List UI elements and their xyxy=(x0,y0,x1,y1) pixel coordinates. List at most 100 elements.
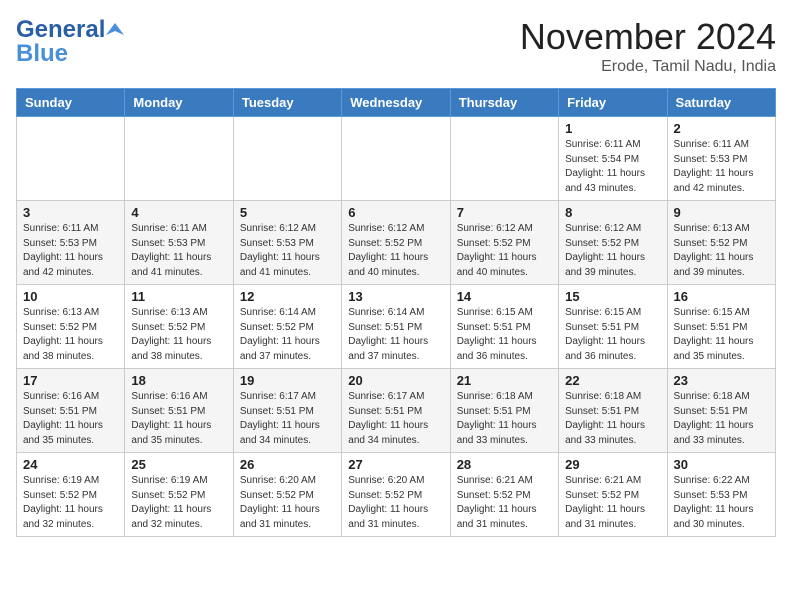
calendar-cell: 26Sunrise: 6:20 AM Sunset: 5:52 PM Dayli… xyxy=(233,453,341,537)
calendar-table: SundayMondayTuesdayWednesdayThursdayFrid… xyxy=(16,88,776,537)
calendar-cell: 10 Sunrise: 6:13 AM Sunset: 5:52 PM Dayli… xyxy=(17,285,125,369)
day-number: 3 xyxy=(23,205,118,220)
calendar-cell: 5 Sunrise: 6:12 AM Sunset: 5:53 PM Daylig… xyxy=(233,201,341,285)
day-number: 10 xyxy=(23,289,118,304)
day-info: Sunrise: 6:22 AM Sunset: 5:53 PM Dayligh… xyxy=(674,474,769,532)
logo-bird-icon xyxy=(106,21,124,39)
day-info: Sunrise: 6:18 AM Sunset: 5:51 PM Dayligh… xyxy=(457,390,552,448)
day-number: 26 xyxy=(240,457,335,472)
calendar-cell: 1 Sunrise: 6:11 AM Sunset: 5:54 PM Daylig… xyxy=(559,117,667,201)
day-number: 21 xyxy=(457,373,552,388)
calendar-cell: 9 Sunrise: 6:13 AM Sunset: 5:52 PM Daylig… xyxy=(667,201,775,285)
calendar-cell: 18 Sunrise: 6:16 AM Sunset: 5:51 PM Dayli… xyxy=(125,369,233,453)
day-info: Sunrise: 6:13 AM Sunset: 5:52 PM Dayligh… xyxy=(131,306,226,364)
day-info: Sunrise: 6:12 AM Sunset: 5:53 PM Dayligh… xyxy=(240,222,335,280)
day-number: 17 xyxy=(23,373,118,388)
header-day: Wednesday xyxy=(342,89,450,117)
day-info: Sunrise: 6:13 AM Sunset: 5:52 PM Dayligh… xyxy=(674,222,769,280)
calendar-container: General Blue November 2024 Erode, Tamil … xyxy=(0,0,792,547)
day-info: Sunrise: 6:18 AM Sunset: 5:51 PM Dayligh… xyxy=(565,390,660,448)
calendar-cell: 30 Sunrise: 6:22 AM Sunset: 5:53 PM Dayli… xyxy=(667,453,775,537)
day-info: Sunrise: 6:14 AM Sunset: 5:52 PM Dayligh… xyxy=(240,306,335,364)
day-info: Sunrise: 6:11 AM Sunset: 5:53 PM Dayligh… xyxy=(23,222,118,280)
day-info: Sunrise: 6:16 AM Sunset: 5:51 PM Dayligh… xyxy=(131,390,226,448)
day-number: 25 xyxy=(131,457,226,472)
day-number: 18 xyxy=(131,373,226,388)
day-number: 11 xyxy=(131,289,226,304)
day-number: 16 xyxy=(674,289,769,304)
header-day: Monday xyxy=(125,89,233,117)
month-title: November 2024 xyxy=(520,16,776,58)
day-number: 7 xyxy=(457,205,552,220)
day-info: Sunrise: 6:15 AM Sunset: 5:51 PM Dayligh… xyxy=(565,306,660,364)
title-block: November 2024 Erode, Tamil Nadu, India xyxy=(520,16,776,76)
calendar-week-row: 1 Sunrise: 6:11 AM Sunset: 5:54 PM Daylig… xyxy=(17,117,776,201)
day-info: Sunrise: 6:19 AM Sunset: 5:52 PM Dayligh… xyxy=(131,474,226,532)
calendar-cell: 17 Sunrise: 6:16 AM Sunset: 5:51 PM Dayli… xyxy=(17,369,125,453)
day-number: 14 xyxy=(457,289,552,304)
day-number: 27 xyxy=(348,457,443,472)
day-number: 5 xyxy=(240,205,335,220)
calendar-cell xyxy=(125,117,233,201)
calendar-cell: 20 Sunrise: 6:17 AM Sunset: 5:51 PM Dayli… xyxy=(342,369,450,453)
day-info: Sunrise: 6:17 AM Sunset: 5:51 PM Dayligh… xyxy=(348,390,443,448)
day-number: 24 xyxy=(23,457,118,472)
day-number: 22 xyxy=(565,373,660,388)
header-row: SundayMondayTuesdayWednesdayThursdayFrid… xyxy=(17,89,776,117)
calendar-cell: 19 Sunrise: 6:17 AM Sunset: 5:51 PM Dayli… xyxy=(233,369,341,453)
day-info: Sunrise: 6:15 AM Sunset: 5:51 PM Dayligh… xyxy=(674,306,769,364)
calendar-cell xyxy=(233,117,341,201)
day-number: 1 xyxy=(565,121,660,136)
day-info: Sunrise: 6:11 AM Sunset: 5:53 PM Dayligh… xyxy=(674,138,769,196)
calendar-week-row: 3 Sunrise: 6:11 AM Sunset: 5:53 PM Daylig… xyxy=(17,201,776,285)
day-info: Sunrise: 6:16 AM Sunset: 5:51 PM Dayligh… xyxy=(23,390,118,448)
header-day: Sunday xyxy=(17,89,125,117)
day-info: Sunrise: 6:11 AM Sunset: 5:53 PM Dayligh… xyxy=(131,222,226,280)
day-info: Sunrise: 6:12 AM Sunset: 5:52 PM Dayligh… xyxy=(348,222,443,280)
day-info: Sunrise: 6:18 AM Sunset: 5:51 PM Dayligh… xyxy=(674,390,769,448)
day-number: 4 xyxy=(131,205,226,220)
header-day: Tuesday xyxy=(233,89,341,117)
calendar-cell xyxy=(17,117,125,201)
day-info: Sunrise: 6:13 AM Sunset: 5:52 PM Dayligh… xyxy=(23,306,118,364)
calendar-cell: 12Sunrise: 6:14 AM Sunset: 5:52 PM Dayli… xyxy=(233,285,341,369)
calendar-cell xyxy=(342,117,450,201)
calendar-cell xyxy=(450,117,558,201)
day-info: Sunrise: 6:17 AM Sunset: 5:51 PM Dayligh… xyxy=(240,390,335,448)
day-info: Sunrise: 6:11 AM Sunset: 5:54 PM Dayligh… xyxy=(565,138,660,196)
header-day: Thursday xyxy=(450,89,558,117)
day-number: 13 xyxy=(348,289,443,304)
calendar-week-row: 10 Sunrise: 6:13 AM Sunset: 5:52 PM Dayli… xyxy=(17,285,776,369)
day-number: 19 xyxy=(240,373,335,388)
day-number: 15 xyxy=(565,289,660,304)
calendar-cell: 6Sunrise: 6:12 AM Sunset: 5:52 PM Daylig… xyxy=(342,201,450,285)
calendar-cell: 4 Sunrise: 6:11 AM Sunset: 5:53 PM Daylig… xyxy=(125,201,233,285)
calendar-cell: 22 Sunrise: 6:18 AM Sunset: 5:51 PM Dayli… xyxy=(559,369,667,453)
day-number: 29 xyxy=(565,457,660,472)
day-info: Sunrise: 6:15 AM Sunset: 5:51 PM Dayligh… xyxy=(457,306,552,364)
day-number: 8 xyxy=(565,205,660,220)
calendar-cell: 21 Sunrise: 6:18 AM Sunset: 5:51 PM Dayli… xyxy=(450,369,558,453)
calendar-cell: 14 Sunrise: 6:15 AM Sunset: 5:51 PM Dayli… xyxy=(450,285,558,369)
calendar-cell: 27Sunrise: 6:20 AM Sunset: 5:52 PM Dayli… xyxy=(342,453,450,537)
logo: General Blue xyxy=(16,16,125,68)
day-number: 23 xyxy=(674,373,769,388)
calendar-week-row: 17 Sunrise: 6:16 AM Sunset: 5:51 PM Dayli… xyxy=(17,369,776,453)
calendar-cell: 25 Sunrise: 6:19 AM Sunset: 5:52 PM Dayli… xyxy=(125,453,233,537)
calendar-cell: 28 Sunrise: 6:21 AM Sunset: 5:52 PM Dayli… xyxy=(450,453,558,537)
day-number: 20 xyxy=(348,373,443,388)
day-info: Sunrise: 6:12 AM Sunset: 5:52 PM Dayligh… xyxy=(457,222,552,280)
day-number: 9 xyxy=(674,205,769,220)
day-number: 2 xyxy=(674,121,769,136)
logo-blue: Blue xyxy=(16,40,68,68)
calendar-cell: 13Sunrise: 6:14 AM Sunset: 5:51 PM Dayli… xyxy=(342,285,450,369)
calendar-cell: 7 Sunrise: 6:12 AM Sunset: 5:52 PM Daylig… xyxy=(450,201,558,285)
header: General Blue November 2024 Erode, Tamil … xyxy=(16,16,776,76)
day-number: 30 xyxy=(674,457,769,472)
calendar-cell: 11 Sunrise: 6:13 AM Sunset: 5:52 PM Dayli… xyxy=(125,285,233,369)
header-day: Friday xyxy=(559,89,667,117)
day-info: Sunrise: 6:21 AM Sunset: 5:52 PM Dayligh… xyxy=(457,474,552,532)
day-number: 28 xyxy=(457,457,552,472)
calendar-cell: 8Sunrise: 6:12 AM Sunset: 5:52 PM Daylig… xyxy=(559,201,667,285)
calendar-cell: 2 Sunrise: 6:11 AM Sunset: 5:53 PM Daylig… xyxy=(667,117,775,201)
